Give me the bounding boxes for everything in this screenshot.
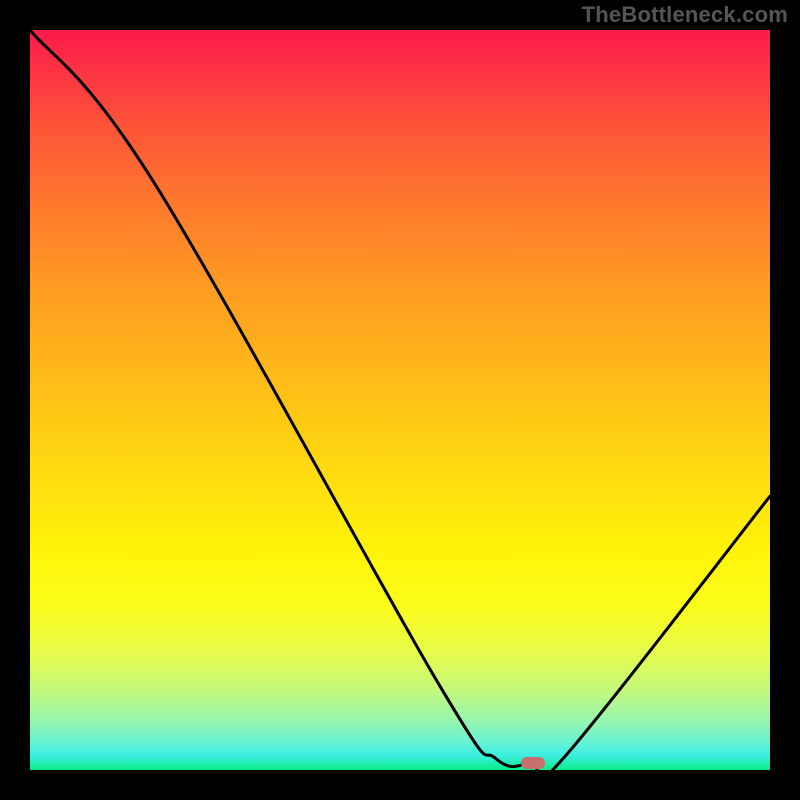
curve-path [30, 30, 770, 781]
optimum-marker [521, 757, 545, 769]
bottleneck-curve [30, 30, 770, 770]
watermark-text: TheBottleneck.com [582, 2, 788, 28]
chart-frame: TheBottleneck.com [0, 0, 800, 800]
plot-area [30, 30, 770, 770]
